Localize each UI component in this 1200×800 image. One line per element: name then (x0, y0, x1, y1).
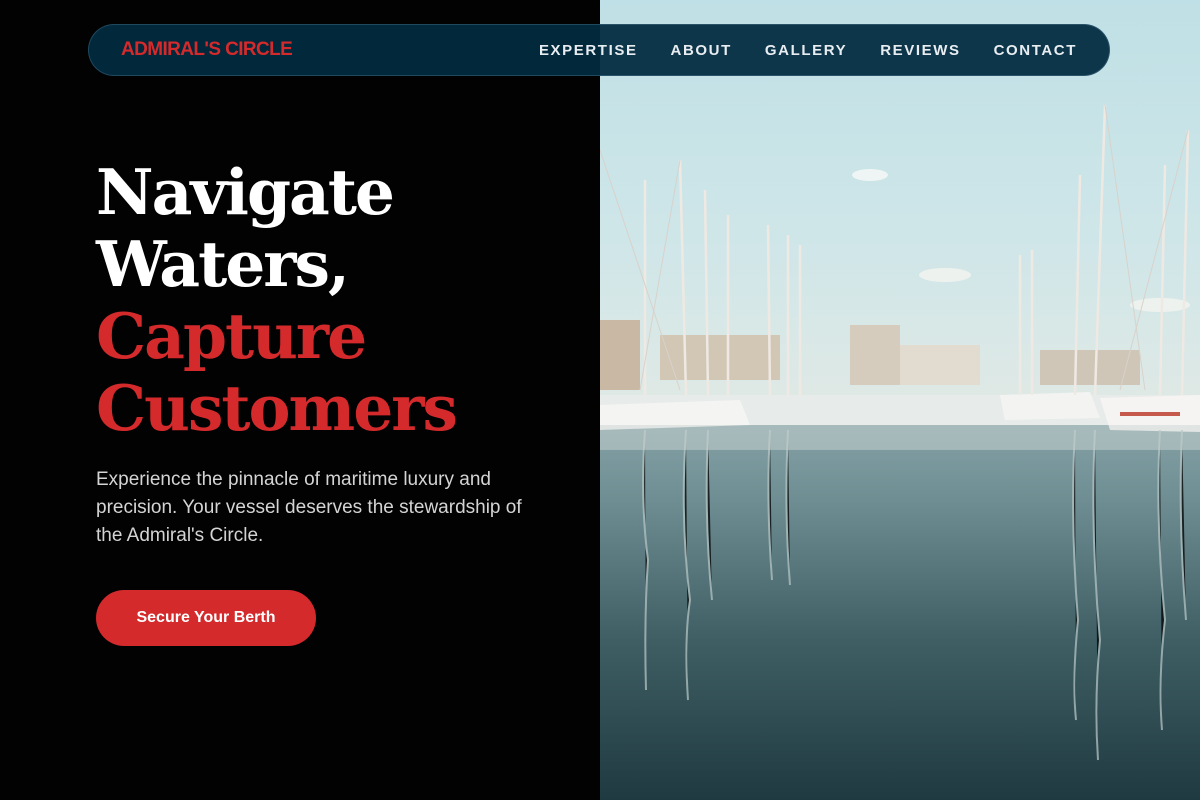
nav-link-about[interactable]: ABOUT (671, 42, 732, 59)
nav-link-expertise[interactable]: EXPERTISE (539, 42, 638, 59)
hero-headline: Navigate Waters, Capture Customers (96, 155, 458, 445)
marina-image (600, 0, 1200, 800)
nav-links: EXPERTISE ABOUT GALLERY REVIEWS CONTACT (539, 42, 1077, 59)
hero-title-line-3: Capture (96, 299, 367, 373)
nav-link-reviews[interactable]: REVIEWS (880, 42, 960, 59)
secure-berth-button[interactable]: Secure Your Berth (96, 590, 316, 646)
top-navbar: ADMIRAL'S CIRCLE EXPERTISE ABOUT GALLERY… (88, 24, 1110, 76)
hero-subtitle: Experience the pinnacle of maritime luxu… (96, 469, 522, 546)
nav-link-contact[interactable]: CONTACT (994, 42, 1077, 59)
brand-logo[interactable]: ADMIRAL'S CIRCLE (121, 39, 293, 61)
hero-title-line-1: Navigate (96, 155, 395, 229)
nav-link-gallery[interactable]: GALLERY (765, 42, 847, 59)
hero-title-line-2: Waters, (96, 227, 350, 301)
hero-title-line-4: Customers (96, 371, 458, 445)
marina-photo (600, 0, 1200, 800)
